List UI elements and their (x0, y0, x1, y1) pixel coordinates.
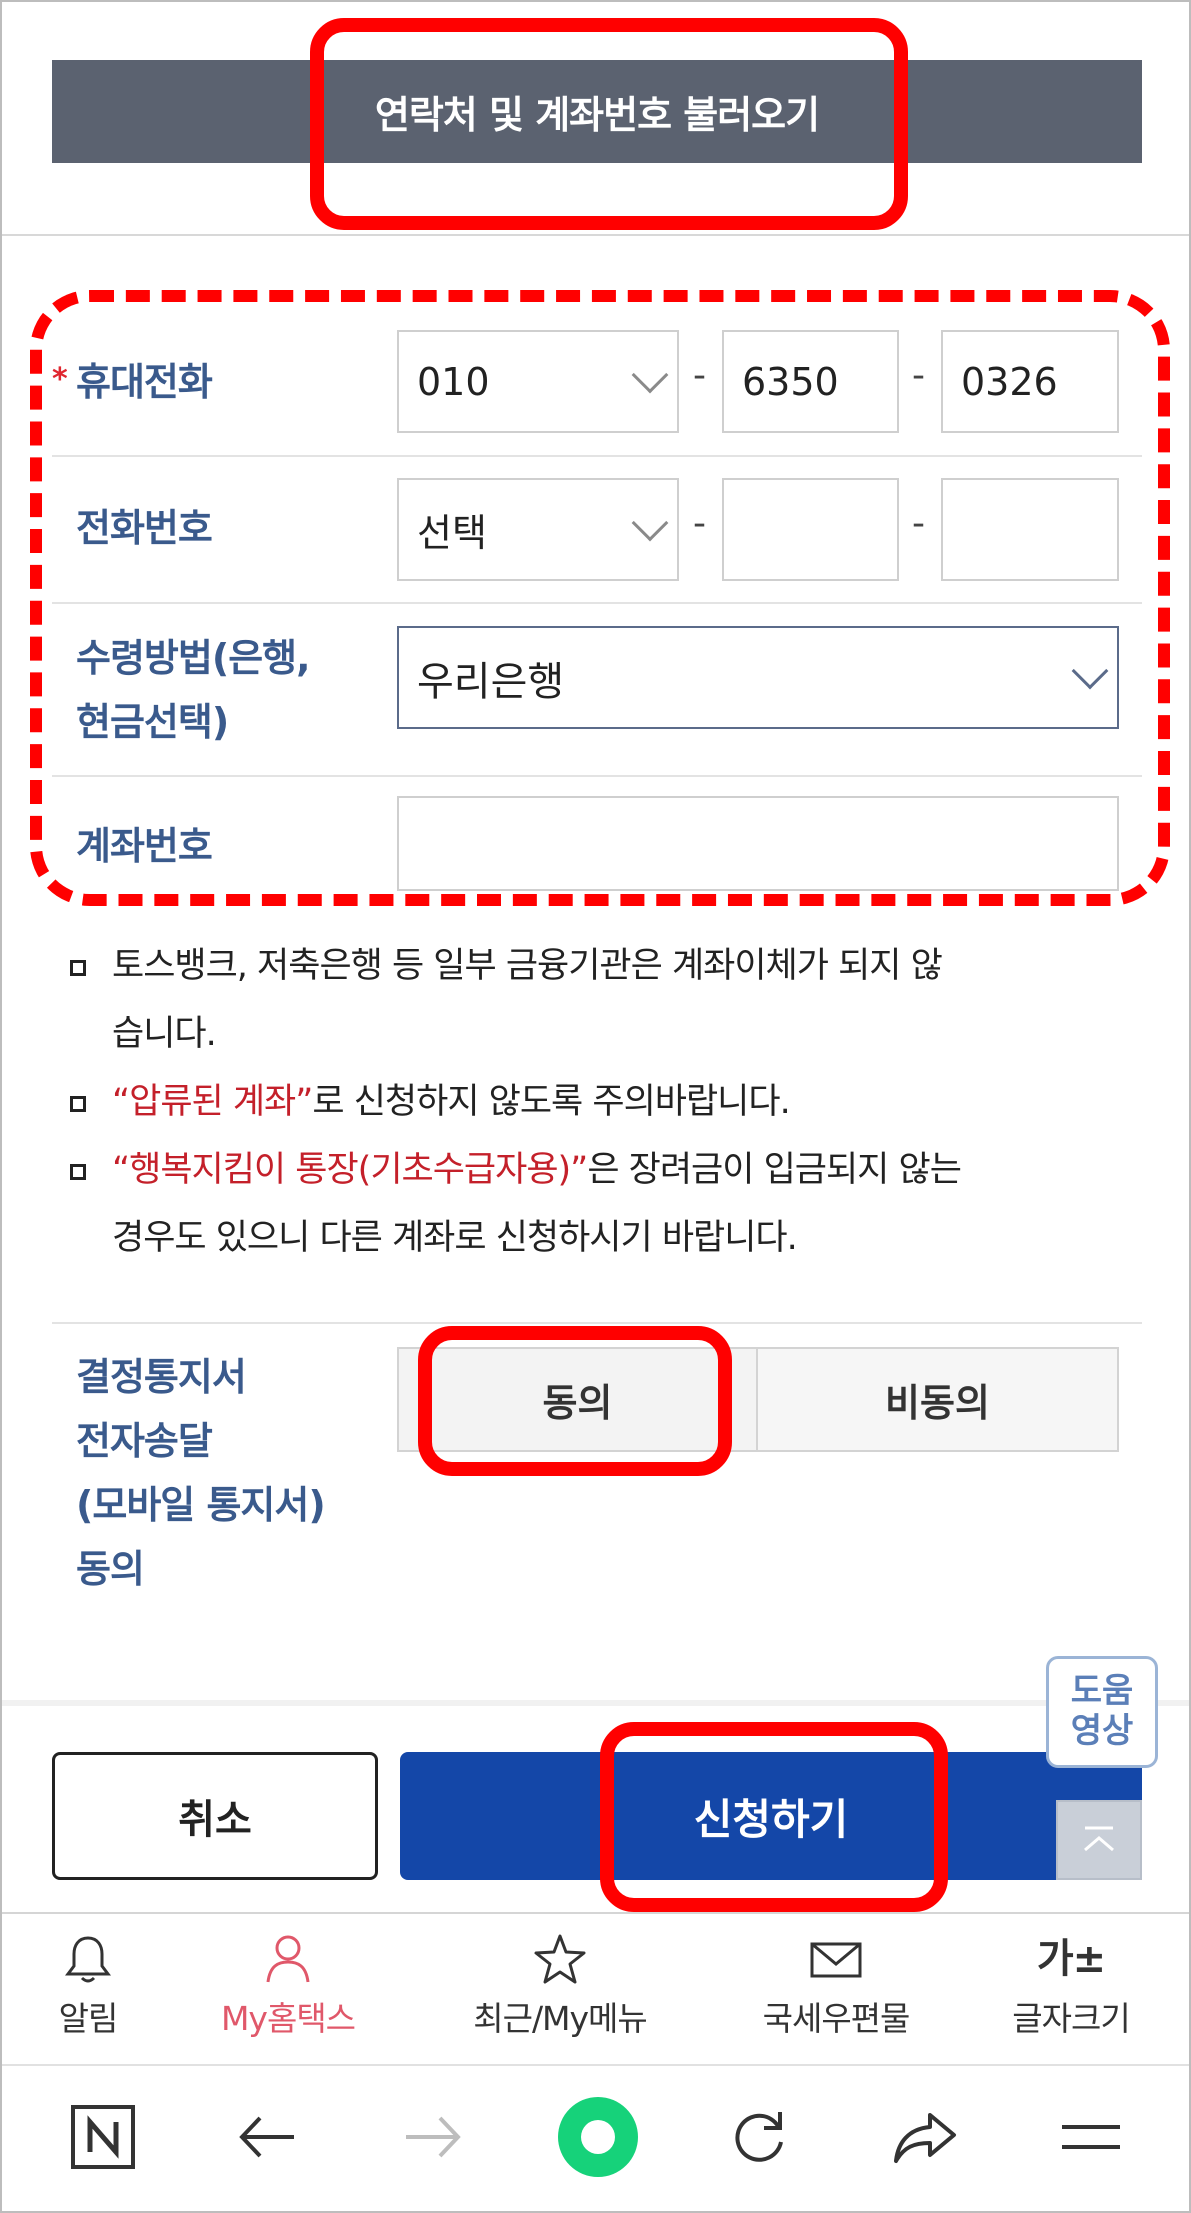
tab-font-size-label: 글자크기 (1012, 1999, 1130, 2038)
divider (52, 1322, 1142, 1324)
tab-my-hometax[interactable]: My홈택스 (188, 1932, 388, 2040)
cancel-label: 취소 (178, 1797, 252, 1843)
naver-n-icon (71, 2105, 135, 2169)
tab-tax-mail[interactable]: 국세우편물 (736, 1932, 936, 2040)
divider (2, 2064, 1189, 2066)
consent-disagree-button[interactable]: 비동의 (756, 1347, 1119, 1452)
tab-tax-mail-label: 국세우편물 (762, 1999, 911, 2038)
back-button[interactable] (222, 2092, 312, 2182)
arrow-right-icon (406, 2116, 461, 2158)
mobile-separator-2: - (912, 355, 925, 396)
row-divider (52, 455, 1142, 457)
cancel-button[interactable]: 취소 (52, 1752, 378, 1880)
person-icon (266, 1935, 310, 1983)
naver-home-button[interactable] (58, 2092, 148, 2182)
notice-3-line2: 경우도 있으니 다른 계좌로 신청하시기 바랍니다. (112, 1218, 798, 1258)
receipt-method-select[interactable]: 우리은행 (397, 626, 1119, 729)
mail-icon (810, 1942, 862, 1978)
receipt-method-label: 수령방법(은행, 현금선택) (76, 626, 311, 754)
mobile-last-input[interactable]: 0326 (941, 330, 1119, 433)
phone-middle-input[interactable] (722, 478, 899, 581)
notice-1-line2: 습니다. (112, 1014, 217, 1054)
notice-3-highlight: “행복지킴이 통장(기초수급자용)” (112, 1150, 588, 1190)
phone-separator-2: - (912, 503, 925, 544)
consent-agree-label: 동의 (542, 1381, 613, 1425)
load-contact-account-label: 연락처 및 계좌번호 불러오기 (374, 93, 820, 137)
consent-label-line3: (모바일 통지서) (76, 1483, 326, 1527)
tab-recent-my-menu-label: 최근/My메뉴 (473, 1999, 648, 2038)
load-contact-account-button[interactable]: 연락처 및 계좌번호 불러오기 (52, 60, 1142, 163)
phone-label: 전화번호 (76, 506, 213, 550)
chevron-down-icon (1071, 652, 1109, 689)
bullet-square-icon (70, 1164, 86, 1180)
row-divider (52, 602, 1142, 604)
divider (2, 1700, 1189, 1706)
mobile-last-value: 0326 (961, 359, 1058, 404)
notice-3-text: 은 장려금이 입금되지 않는 (587, 1150, 962, 1190)
mobile-middle-input[interactable]: 6350 (722, 330, 899, 433)
required-mark: * (52, 362, 68, 397)
arrow-left-icon (239, 2116, 294, 2158)
tab-my-hometax-label: My홈택스 (220, 1999, 356, 2038)
help-video-label-line1: 도움 (1070, 1671, 1134, 1711)
phone-separator-1: - (693, 503, 706, 544)
tab-recent-my-menu[interactable]: 최근/My메뉴 (460, 1932, 660, 2040)
forward-button[interactable] (388, 2092, 478, 2182)
chevron-down-icon (631, 356, 669, 393)
notice-2-highlight: “압류된 계좌” (112, 1082, 313, 1122)
apply-button[interactable]: 신청하기 (400, 1752, 1142, 1880)
notice-item-3: “행복지킴이 통장(기초수급자용)”은 장려금이 입금되지 않는 경우도 있으니… (70, 1136, 1130, 1272)
mobile-middle-value: 6350 (742, 359, 839, 404)
account-label: 계좌번호 (76, 824, 213, 868)
consent-agree-button[interactable]: 동의 (397, 1347, 758, 1452)
receipt-method-label-line2: 현금선택) (76, 700, 229, 744)
help-video-label-line2: 영상 (1070, 1711, 1134, 1751)
phone-prefix-select[interactable]: 선택 (397, 478, 679, 581)
consent-label-line2: 전자송달 (76, 1419, 213, 1463)
notice-1-line1: 토스뱅크, 저축은행 등 일부 금융기관은 계좌이체가 되지 않 (112, 946, 943, 986)
receipt-method-label-line1: 수령방법(은행, (76, 636, 311, 680)
share-button[interactable] (880, 2092, 970, 2182)
divider (2, 234, 1189, 236)
share-arrow-icon (894, 2113, 956, 2163)
account-number-input[interactable] (397, 796, 1119, 891)
consent-label-line4: 동의 (76, 1547, 145, 1591)
hamburger-menu-icon (1062, 2125, 1120, 2149)
mobile-label: 휴대전화 (76, 360, 213, 404)
star-icon (534, 1934, 586, 1984)
tab-font-size[interactable]: 가± 글자크기 (971, 1932, 1171, 2040)
mobile-prefix-value: 010 (417, 359, 490, 404)
chevron-down-icon (631, 504, 669, 541)
phone-last-input[interactable] (941, 478, 1119, 581)
bullet-square-icon (70, 1096, 86, 1112)
font-size-icon: 가± (1036, 1936, 1106, 1982)
refresh-icon (735, 2112, 783, 2162)
notice-2-text: 로 신청하지 않도록 주의바랍니다. (312, 1082, 790, 1122)
arrow-up-icon (1084, 1826, 1114, 1852)
bullet-square-icon (70, 960, 86, 976)
green-dot-icon (558, 2097, 638, 2177)
refresh-button[interactable] (714, 2092, 804, 2182)
tab-notifications-label: 알림 (58, 1999, 119, 2038)
green-dot-button[interactable] (548, 2092, 648, 2182)
mobile-separator-1: - (693, 355, 706, 396)
bell-icon (65, 1936, 111, 1983)
row-divider (52, 775, 1142, 777)
receipt-method-value: 우리은행 (417, 658, 565, 705)
menu-button[interactable] (1046, 2092, 1136, 2182)
notice-item-2: “압류된 계좌”로 신청하지 않도록 주의바랍니다. (70, 1068, 1130, 1136)
apply-label: 신청하기 (693, 1794, 849, 1844)
divider (2, 1912, 1189, 1914)
consent-disagree-label: 비동의 (885, 1381, 990, 1425)
consent-label-line1: 결정통지서 (76, 1355, 247, 1399)
help-video-button[interactable]: 도움 영상 (1046, 1656, 1158, 1768)
consent-label: 결정통지서 전자송달 (모바일 통지서) 동의 (76, 1345, 326, 1601)
tab-notifications[interactable]: 알림 (0, 1932, 188, 2040)
notice-item-1: 토스뱅크, 저축은행 등 일부 금융기관은 계좌이체가 되지 않 습니다. (70, 932, 1130, 1068)
phone-prefix-value: 선택 (417, 511, 487, 555)
mobile-prefix-select[interactable]: 010 (397, 330, 679, 433)
scroll-top-button[interactable] (1056, 1800, 1142, 1880)
